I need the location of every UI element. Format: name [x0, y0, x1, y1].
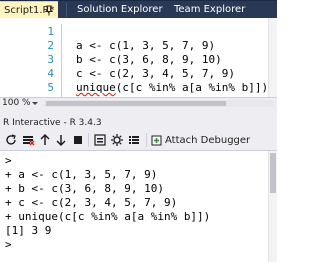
console-line: + c <- c(2, 3, 4, 5, 7, 9): [5, 196, 177, 210]
toolbar-divider: [88, 133, 89, 147]
attach-debugger-label: Attach Debugger: [165, 135, 251, 146]
r-interactive-toolbar: Attach Debugger: [0, 130, 277, 151]
list-icon[interactable]: [127, 133, 141, 147]
line-number: 1: [47, 25, 54, 38]
console-line: + a <- c(1, 3, 5, 7, 9): [5, 168, 157, 182]
code-line-2: a <- c(1, 3, 5, 7, 9): [76, 39, 216, 52]
code-editor[interactable]: 1 2 3 4 5 a <- c(1, 3, 5, 7, 9) b <- c(3…: [0, 18, 277, 97]
zoom-dropdown[interactable]: 100 %: [2, 98, 42, 109]
attach-debugger-icon: [151, 135, 162, 146]
console-prompt: +: [5, 210, 12, 223]
line-number: 3: [47, 53, 54, 66]
console-text: c <- c(2, 3, 4, 5, 7, 9): [18, 196, 178, 209]
code-line-4: c <- c(2, 3, 4, 5, 7, 9): [76, 67, 235, 80]
attach-debugger-button[interactable]: Attach Debugger: [151, 133, 251, 148]
console-text: unique(c[c %in% a[a %in% b]]): [18, 210, 211, 223]
code-line-3: b <- c(3, 6, 8, 9, 10): [76, 53, 222, 66]
console-prompt: +: [5, 168, 12, 181]
editor-status-bar: 100 %: [0, 97, 277, 109]
tab-script1[interactable]: Script1.R*: [0, 1, 58, 19]
console-prompt: +: [5, 182, 12, 195]
pin-icon[interactable]: [44, 5, 54, 16]
history-down-icon[interactable]: [54, 133, 68, 147]
document-tab-strip: Script1.R* Solution Explorer Team Explor…: [0, 0, 277, 19]
code-line-5: unique(c[c %in% a[a %in% b]]): [76, 81, 270, 95]
refresh-icon[interactable]: [4, 133, 18, 147]
tab-divider: [66, 3, 67, 17]
console-vertical-scrollbar[interactable]: [268, 151, 277, 262]
scrollbar-thumb[interactable]: [46, 101, 226, 106]
editor-horizontal-scrollbar[interactable]: [44, 100, 274, 107]
console-text: a <- c(1, 3, 5, 7, 9): [18, 168, 158, 181]
scrollbar-thumb[interactable]: [270, 153, 276, 193]
r-interactive-title: R Interactive - R 3.4.3: [0, 116, 277, 130]
chevron-down-icon: [32, 102, 38, 105]
stop-icon[interactable]: [71, 133, 85, 147]
workspace-icon[interactable]: [93, 133, 107, 147]
settings-icon[interactable]: [110, 133, 124, 147]
zoom-level: 100 %: [2, 98, 31, 108]
line-number: 4: [47, 67, 54, 80]
code-line-5-rest: (c[c %in% a[a %in% b]]): [115, 81, 269, 94]
console-output: [1] 3 9: [5, 224, 52, 237]
console-line: + unique(c[c %in% a[a %in% b]]): [5, 210, 210, 224]
panel-separator[interactable]: [0, 109, 277, 116]
console-text: b <- c(3, 6, 8, 9, 10): [18, 182, 164, 195]
console-line: + b <- c(3, 6, 8, 9, 10): [5, 182, 164, 196]
tab-solution-explorer[interactable]: Solution Explorer: [77, 1, 163, 19]
console-prompt: >: [5, 154, 12, 167]
console-line: >: [5, 238, 12, 252]
history-up-icon[interactable]: [38, 133, 52, 147]
editor-vertical-scrollbar[interactable]: [268, 18, 277, 97]
console-prompt: +: [5, 196, 12, 209]
editor-margin: [61, 24, 64, 97]
tab-team-explorer[interactable]: Team Explorer: [174, 1, 245, 19]
line-number: 2: [47, 39, 54, 52]
clear-icon[interactable]: [21, 133, 35, 147]
squiggle-word: unique: [76, 81, 116, 94]
console-line: >: [5, 154, 12, 168]
console-prompt: >: [5, 238, 12, 251]
line-number: 5: [47, 81, 54, 94]
toolbar-divider: [146, 133, 147, 147]
r-console[interactable]: > + a <- c(1, 3, 5, 7, 9) + b <- c(3, 6,…: [0, 151, 277, 262]
